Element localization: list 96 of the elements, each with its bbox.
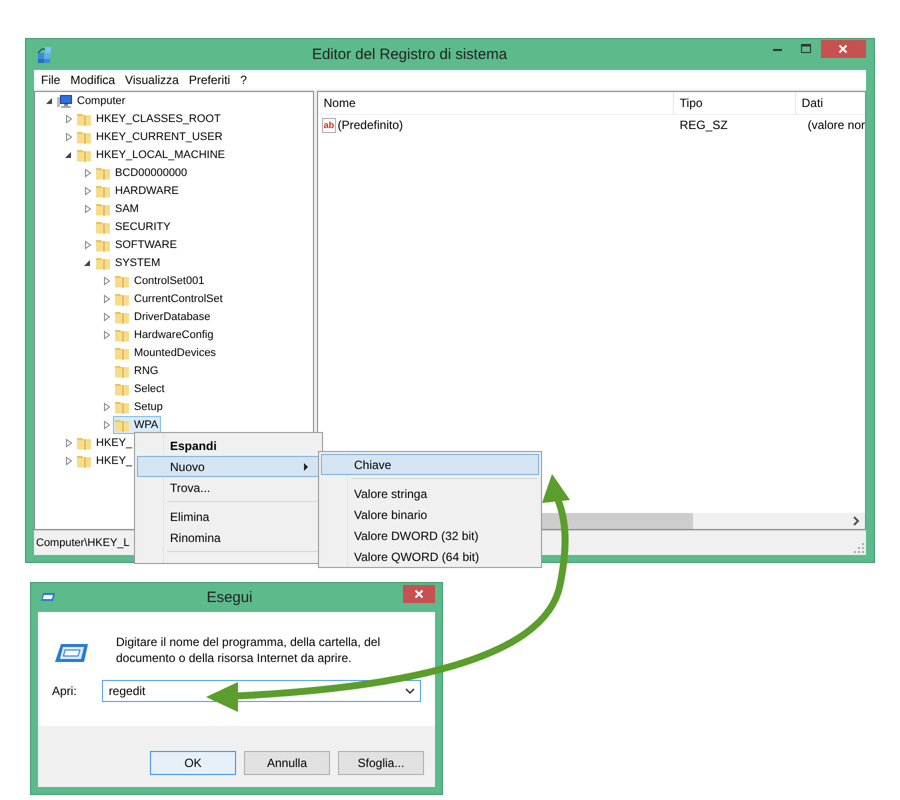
column-header[interactable]: Dati [796,92,865,114]
folder-icon [76,435,92,451]
folder-icon [114,309,130,325]
menu-item[interactable]: Visualizza [120,72,184,86]
expand-icon[interactable] [64,438,74,448]
folder-icon [114,399,130,415]
menu-item[interactable]: Nuovo [137,456,320,477]
menu-item[interactable]: Espandi [137,435,320,456]
dropdown-icon[interactable] [404,687,415,695]
tree-item[interactable]: HARDWARE [94,182,182,200]
tree-item[interactable]: DriverDatabase [113,308,214,326]
tree-item[interactable]: HKEY_CLASSES_ROOT [75,110,224,128]
tree-item[interactable]: SYSTEM [94,254,164,272]
expand-icon[interactable] [83,168,93,178]
folder-icon [114,327,130,343]
folder-icon [95,201,111,217]
menu-item[interactable]: Chiave [321,454,539,475]
menu-item[interactable]: File [36,72,66,86]
menu-item[interactable]: Valore stringa [321,483,539,504]
instruction-text: Digitare il nome del programma, della cartella, del documento o della risorsa Internet da aprire. [116,634,382,666]
collapse-icon[interactable] [83,258,93,268]
folder-icon [95,165,111,181]
folder-icon [114,345,130,361]
expand-icon[interactable] [83,186,93,196]
tree-item[interactable]: HKEY_CURRENT_USER [75,128,226,146]
menu-item[interactable]: Elimina [137,506,320,527]
resize-grip-icon[interactable] [854,543,864,553]
tree-item[interactable]: MountedDevices [113,344,219,362]
registry-app-icon [36,46,54,64]
tree-item[interactable]: BCD00000000 [94,164,190,182]
tree-item[interactable]: SAM [94,200,142,218]
folder-icon [76,129,92,145]
menu-item[interactable]: Trova... [137,477,320,498]
folder-icon [76,147,92,163]
menu-item[interactable]: Valore DWORD (32 bit) [321,525,539,546]
window-title: Editor del Registro di sistema [310,46,508,63]
table-cell-text: (Predefinito) [336,118,404,132]
tree-item[interactable]: Computer [56,92,128,110]
close-button[interactable] [821,40,866,58]
folder-icon [95,255,111,271]
folder-icon [114,273,130,289]
submenu-arrow-icon [303,462,309,472]
folder-icon [114,417,130,433]
folder-icon [114,291,130,307]
tree-item[interactable]: Setup [113,398,166,416]
expand-icon[interactable] [102,312,112,322]
menu-item[interactable]: Rinomina [137,527,320,548]
close-button[interactable] [403,585,435,603]
tree-item[interactable]: HKEY_ [75,452,136,470]
menu-item[interactable]: ? [235,72,252,86]
menu-item[interactable]: Valore QWORD (64 bit) [321,546,539,567]
collapse-icon[interactable] [45,96,55,106]
string-value-icon: ab [322,118,336,132]
expand-icon[interactable] [64,456,74,466]
expand-icon[interactable] [102,330,112,340]
expand-icon[interactable] [102,276,112,286]
dialog-button[interactable]: Annulla [244,750,330,774]
tree-item[interactable]: WPA [113,416,162,434]
tree-item[interactable]: HardwareConfig [113,326,216,344]
tree-item[interactable]: ControlSet001 [113,272,208,290]
status-path: Computer\HKEY_L [36,537,130,549]
tree-item[interactable]: Select [113,380,168,398]
expand-icon[interactable] [102,420,112,430]
expand-icon[interactable] [64,132,74,142]
folder-icon [114,363,130,379]
tree-item[interactable]: SOFTWARE [94,236,180,254]
dialog-button[interactable]: OK [150,750,236,774]
expand-icon[interactable] [102,402,112,412]
folder-icon [76,111,92,127]
window-title: Esegui [206,588,254,606]
folder-icon [95,219,111,235]
tree-item[interactable]: RNG [113,362,162,380]
table-cell-text: REG_SZ [678,118,729,132]
collapse-icon[interactable] [64,150,74,160]
column-header[interactable]: Tipo [674,92,796,114]
menu-item[interactable]: Modifica [65,72,120,86]
scroll-right-icon[interactable] [851,515,861,527]
folder-icon [114,381,130,397]
menu-item[interactable]: Valore binario [321,504,539,525]
run-app-icon [40,590,56,604]
tree-item[interactable]: SECURITY [94,218,174,236]
expand-icon[interactable] [83,204,93,214]
tree-item[interactable]: CurrentControlSet [113,290,226,308]
expand-icon[interactable] [64,114,74,124]
tree-item[interactable]: HKEY_ [75,434,136,452]
expand-icon[interactable] [83,240,93,250]
expand-icon[interactable] [102,294,112,304]
dialog-button[interactable]: Sfoglia... [338,750,424,774]
field-label: Apri: [52,684,77,698]
menu-item[interactable]: Preferiti [184,72,236,86]
table-cell-text: (valore nor [806,118,865,132]
folder-icon [76,453,92,469]
folder-icon [95,237,111,253]
tree-item[interactable]: HKEY_LOCAL_MACHINE [75,146,228,164]
folder-icon [95,183,111,199]
column-header[interactable]: Nome [318,92,674,114]
